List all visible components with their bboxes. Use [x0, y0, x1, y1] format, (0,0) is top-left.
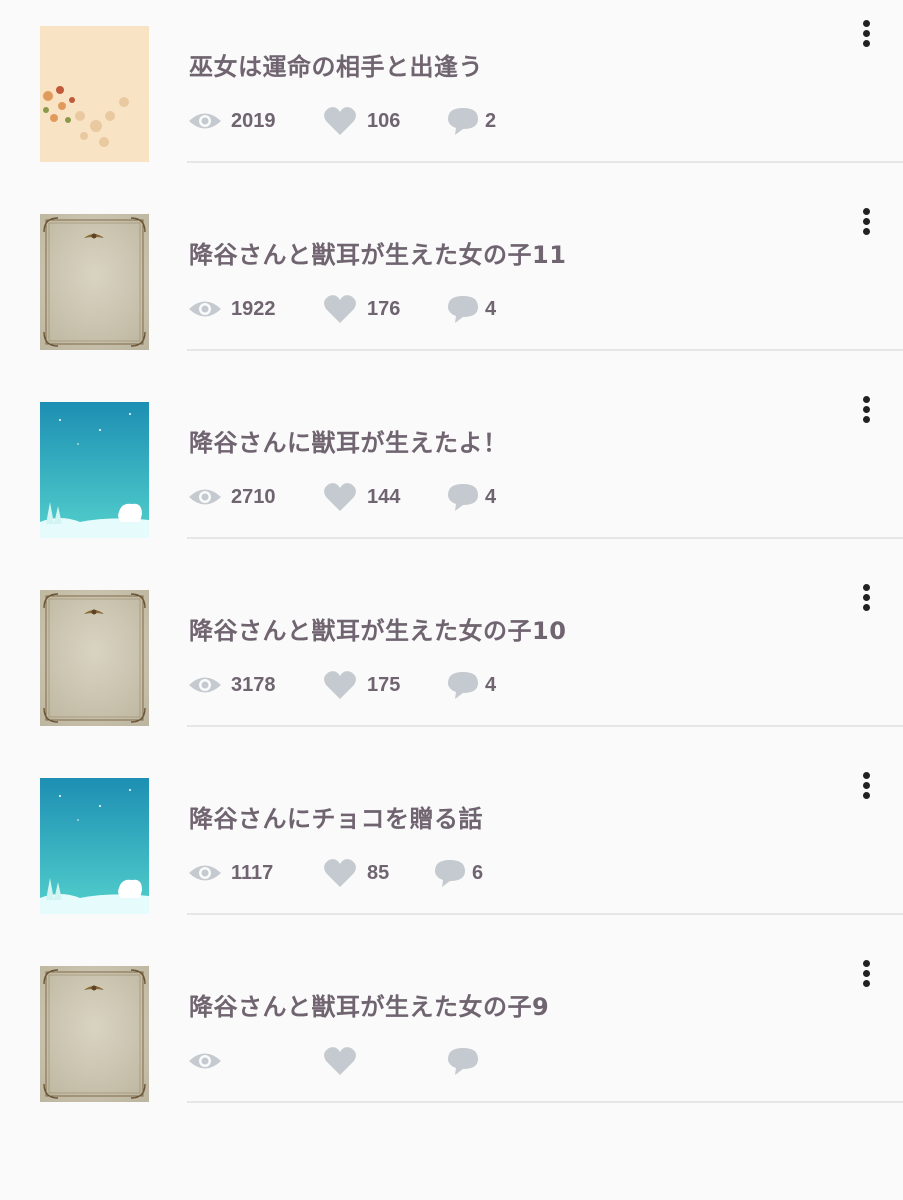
heart-icon[interactable]	[323, 858, 357, 888]
story-item[interactable]: 降谷さんにチョコを贈る話 1117 85 6	[0, 772, 903, 964]
comment-icon[interactable]	[447, 483, 479, 513]
more-vertical-icon[interactable]	[852, 766, 882, 806]
story-cover-image[interactable]	[40, 778, 149, 914]
story-title[interactable]: 降谷さんと獣耳が生えた女の子10	[189, 611, 566, 646]
heart-icon[interactable]	[323, 670, 357, 700]
story-cover-image[interactable]	[40, 966, 149, 1102]
comment-icon[interactable]	[447, 671, 479, 701]
story-item[interactable]: 降谷さんに獣耳が生えたよ！ 2710 144 4	[0, 396, 903, 588]
story-list: 湯気の中で交わる熱気 10703 506 2 巫女は運命の相手と出逢う 2019…	[0, 0, 903, 1200]
eye-icon	[188, 862, 222, 884]
more-vertical-icon[interactable]	[852, 954, 882, 994]
divider	[187, 349, 903, 351]
eye-icon	[188, 1050, 222, 1072]
story-cover-image[interactable]	[40, 402, 149, 538]
story-cover-image[interactable]	[40, 214, 149, 350]
story-title[interactable]: 降谷さんと獣耳が生えた女の子11	[189, 235, 566, 270]
heart-icon[interactable]	[323, 482, 357, 512]
eye-icon	[188, 110, 222, 132]
vintage-frame-cover	[40, 966, 149, 1102]
story-item[interactable]: 湯気の中で交わる熱気 10703 506 2	[0, 0, 903, 24]
heart-icon[interactable]	[323, 1046, 357, 1076]
heart-icon[interactable]	[323, 106, 357, 136]
more-vertical-icon[interactable]	[852, 202, 882, 242]
teal-sky-cover	[40, 778, 149, 914]
heart-icon[interactable]	[323, 294, 357, 324]
comment-icon[interactable]	[434, 859, 466, 889]
vintage-frame-cover	[40, 214, 149, 350]
views-count: 2710	[231, 486, 276, 508]
comment-icon[interactable]	[447, 107, 479, 137]
divider	[187, 913, 903, 915]
divider	[187, 161, 903, 163]
views-count: 3178	[231, 674, 276, 696]
story-title[interactable]: 降谷さんにチョコを贈る話	[189, 799, 483, 834]
story-title[interactable]: 巫女は運命の相手と出逢う	[189, 47, 483, 82]
comments-count: 4	[485, 674, 497, 696]
likes-count: 176	[367, 298, 401, 320]
views-count: 2019	[231, 110, 276, 132]
more-vertical-icon[interactable]	[852, 14, 882, 54]
story-title[interactable]: 降谷さんに獣耳が生えたよ！	[189, 423, 508, 458]
eye-icon	[188, 298, 222, 320]
divider	[187, 537, 903, 539]
vintage-frame-cover	[40, 590, 149, 726]
story-cover-image[interactable]	[40, 590, 149, 726]
more-vertical-icon[interactable]	[852, 390, 882, 430]
views-count: 1922	[231, 298, 276, 320]
story-item[interactable]: 巫女は運命の相手と出逢う 2019 106 2	[0, 20, 903, 212]
comments-count: 2	[485, 110, 497, 132]
comments-count: 4	[485, 298, 497, 320]
comments-count: 4	[485, 486, 497, 508]
story-item[interactable]: 降谷さんと獣耳が生えた女の子11 1922 176 4	[0, 208, 903, 400]
likes-count: 85	[367, 862, 390, 884]
comment-icon[interactable]	[447, 295, 479, 325]
story-item[interactable]: 降谷さんと獣耳が生えた女の子10 3178 175 4	[0, 584, 903, 776]
comment-icon[interactable]	[447, 1047, 479, 1077]
comments-count: 6	[472, 862, 484, 884]
story-item[interactable]: 降谷さんと獣耳が生えた女の子9	[0, 960, 903, 1152]
story-cover-image[interactable]	[40, 26, 149, 162]
eye-icon	[188, 486, 222, 508]
eye-icon	[188, 674, 222, 696]
likes-count: 106	[367, 110, 401, 132]
likes-count: 175	[367, 674, 401, 696]
more-vertical-icon[interactable]	[852, 578, 882, 618]
divider	[187, 725, 903, 727]
likes-count: 144	[367, 486, 401, 508]
views-count: 1117	[231, 862, 274, 884]
autumn-leaves-cover	[40, 26, 149, 162]
story-title[interactable]: 降谷さんと獣耳が生えた女の子9	[189, 987, 549, 1022]
teal-sky-cover	[40, 402, 149, 538]
divider	[187, 1101, 903, 1103]
